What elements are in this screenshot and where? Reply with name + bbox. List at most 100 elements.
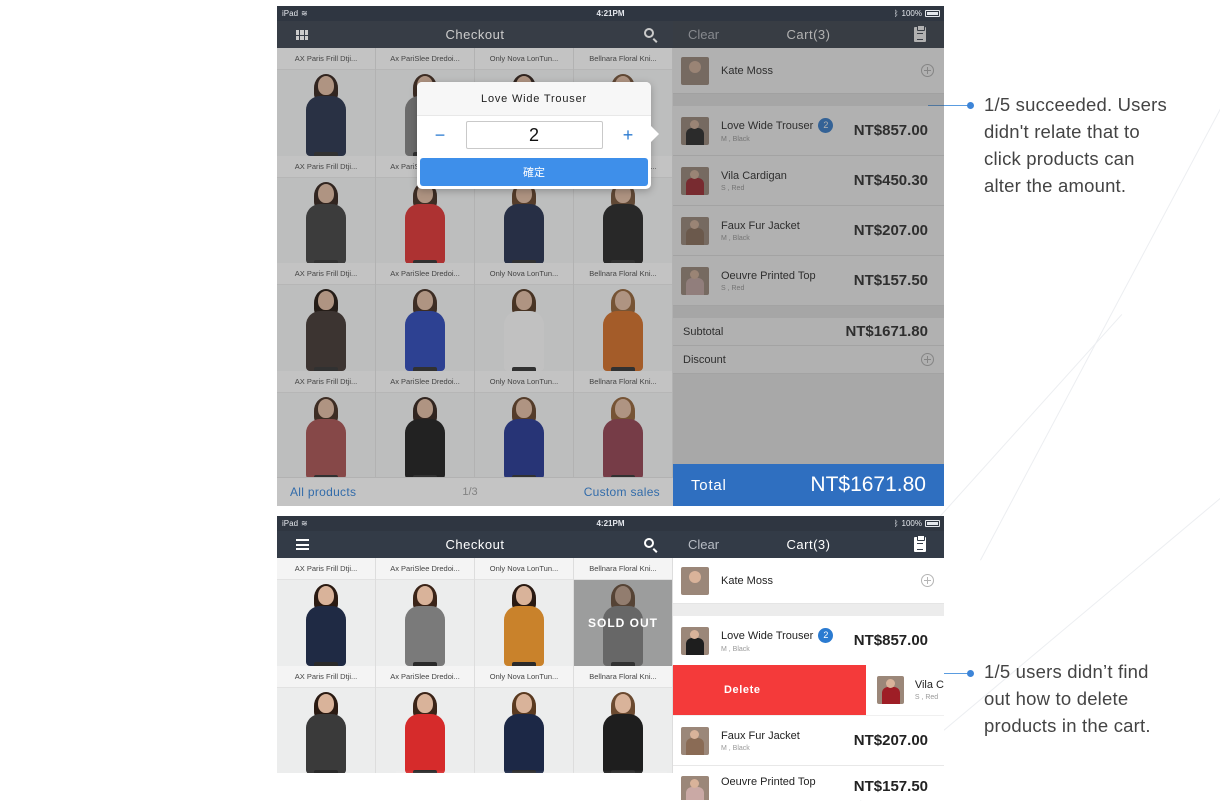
all-products-button[interactable]: All products (290, 485, 356, 499)
item-price: NT$857.00 (853, 122, 928, 139)
swiped-cart-item[interactable]: Delete Vila C S , Red (673, 665, 944, 715)
product-image (574, 285, 672, 371)
item-variant: S , Red (721, 284, 745, 292)
product-name: Only Nova LonTun... (475, 665, 573, 688)
quantity-badge: 2 (818, 628, 834, 643)
search-icon[interactable] (644, 28, 654, 38)
item-name: Love Wide Trouser (721, 629, 814, 642)
customer-avatar (681, 566, 709, 595)
product-image (277, 177, 375, 263)
product-image (475, 580, 573, 666)
cart-items: Love Wide Trouser 2 M , Black NT$857.00 Vila… (673, 106, 944, 306)
product-thumbnail (681, 166, 709, 195)
product-image (277, 580, 375, 666)
subtotal-label: Subtotal (683, 325, 724, 338)
product-name: Only Nova LonTun... (475, 370, 573, 393)
product-tile[interactable]: Ax PariSlee Dredoi... (376, 558, 475, 666)
product-tile[interactable]: AX Paris Frill Dtji... (277, 665, 376, 773)
battery-percent: 100% (901, 519, 922, 528)
search-icon[interactable] (644, 538, 654, 548)
discount-row[interactable]: Discount (673, 346, 944, 374)
sold-out-badge: SOLD OUT (574, 580, 672, 666)
product-image (475, 392, 573, 478)
cart-item[interactable]: Love Wide Trouser 2 M , Black NT$857.00 (673, 106, 944, 156)
custom-sales-button[interactable]: Custom sales (584, 485, 660, 499)
product-name: AX Paris Frill Dtji... (277, 370, 375, 393)
product-thumbnail (681, 216, 709, 245)
item-name: Faux Fur Jacket (721, 729, 800, 742)
cart-item[interactable]: Vila Cardigan S , Red NT$450.30 (673, 156, 944, 206)
customer-row[interactable]: Kate Moss (673, 48, 944, 94)
bluetooth-icon: ᛒ (893, 519, 899, 528)
product-name: Ax PariSlee Dredoi... (376, 48, 474, 70)
product-tile[interactable]: Only Nova LonTun... (475, 665, 574, 773)
customer-row[interactable]: Kate Moss (673, 558, 944, 604)
cart-item[interactable]: Love Wide Trouser 2 M , Black NT$857.00 (673, 616, 944, 666)
product-tile[interactable]: Only Nova LonTun... (475, 558, 574, 666)
product-tile[interactable]: AX Paris Frill Dtji... (277, 558, 376, 666)
confirm-button[interactable]: 確定 (420, 158, 648, 186)
product-name: Ax PariSlee Dredoi... (376, 665, 474, 688)
product-thumbnail (681, 726, 709, 755)
product-tile[interactable]: Ax PariSlee Dredoi... (376, 263, 475, 371)
cart-item[interactable]: Faux Fur Jacket M , Black NT$207.00 (673, 716, 944, 766)
status-time: 4:21PM (596, 9, 625, 18)
add-customer-icon[interactable] (921, 574, 934, 587)
product-tile[interactable]: AX Paris Frill Dtji... (277, 370, 376, 478)
discount-label: Discount (683, 353, 726, 366)
product-name: Bellnara Floral Kni... (574, 558, 672, 580)
product-tile[interactable]: Ax PariSlee Dredoi... (376, 665, 475, 773)
product-tile[interactable]: Bellnara Floral Kni... SOLD OUT (574, 558, 673, 666)
cart-item[interactable]: Oeuvre Printed Top S , Red NT$157.50 (673, 256, 944, 306)
battery-icon (925, 520, 940, 527)
annotation-delete: 1/5 users didn’t find out how to delete … (984, 661, 1151, 736)
clipboard-icon[interactable] (914, 535, 926, 552)
product-image (475, 285, 573, 371)
item-price: NT$157.50 (853, 778, 928, 795)
decrease-button[interactable]: − (431, 125, 449, 146)
product-name: Bellnara Floral Kni... (574, 48, 672, 70)
product-tile[interactable]: Bellnara Floral Kni... (574, 263, 673, 371)
product-name: Ax PariSlee Dredoi... (376, 263, 474, 285)
item-name: Oeuvre Printed Top (721, 269, 816, 282)
clipboard-icon[interactable] (914, 25, 926, 42)
item-name: Vila C (914, 679, 944, 691)
battery-icon (925, 10, 940, 17)
cart-navbar: Clear Cart(3) (673, 531, 944, 558)
product-thumbnail (681, 626, 709, 655)
bluetooth-icon: ᛒ (893, 9, 899, 18)
subtotal-row: Subtotal NT$1671.80 (673, 318, 944, 346)
product-tile[interactable]: Bellnara Floral Kni... (574, 370, 673, 478)
item-variant: S , Red (721, 184, 745, 192)
product-tile[interactable]: AX Paris Frill Dtji... (277, 155, 376, 263)
delete-button[interactable]: Delete (673, 665, 866, 715)
product-image (475, 687, 573, 773)
product-name: Bellnara Floral Kni... (574, 665, 672, 688)
product-image (376, 580, 474, 666)
product-pager: All products 1/3 Custom sales (277, 477, 673, 506)
product-tile[interactable]: Ax PariSlee Dredoi... (376, 370, 475, 478)
quantity-badge: 2 (818, 118, 834, 133)
product-name: Only Nova LonTun... (475, 48, 573, 70)
page-title: Checkout (445, 27, 505, 42)
increase-button[interactable]: + (619, 125, 637, 146)
quantity-input[interactable]: 2 (465, 121, 603, 149)
cart-item[interactable]: Oeuvre Printed Top NT$157.50 (673, 766, 944, 800)
product-tile[interactable]: Only Nova LonTun... (475, 370, 574, 478)
cart-item[interactable]: Faux Fur Jacket M , Black NT$207.00 (673, 206, 944, 256)
total-value: NT$1671.80 (810, 473, 926, 496)
item-name: Oeuvre Printed Top (721, 776, 816, 788)
item-price: NT$207.00 (853, 732, 928, 749)
product-image (376, 392, 474, 478)
product-tile[interactable]: AX Paris Frill Dtji... (277, 263, 376, 371)
product-name: Only Nova LonTun... (475, 263, 573, 285)
product-tile[interactable]: Only Nova LonTun... (475, 263, 574, 371)
product-tile[interactable]: AX Paris Frill Dtji... (277, 48, 376, 156)
add-discount-icon[interactable] (921, 353, 934, 366)
customer-avatar (681, 56, 709, 85)
product-image (277, 285, 375, 371)
product-image (376, 687, 474, 773)
total-bar[interactable]: Total NT$1671.80 (673, 464, 944, 506)
add-customer-icon[interactable] (921, 64, 934, 77)
product-tile[interactable]: Bellnara Floral Kni... (574, 665, 673, 773)
